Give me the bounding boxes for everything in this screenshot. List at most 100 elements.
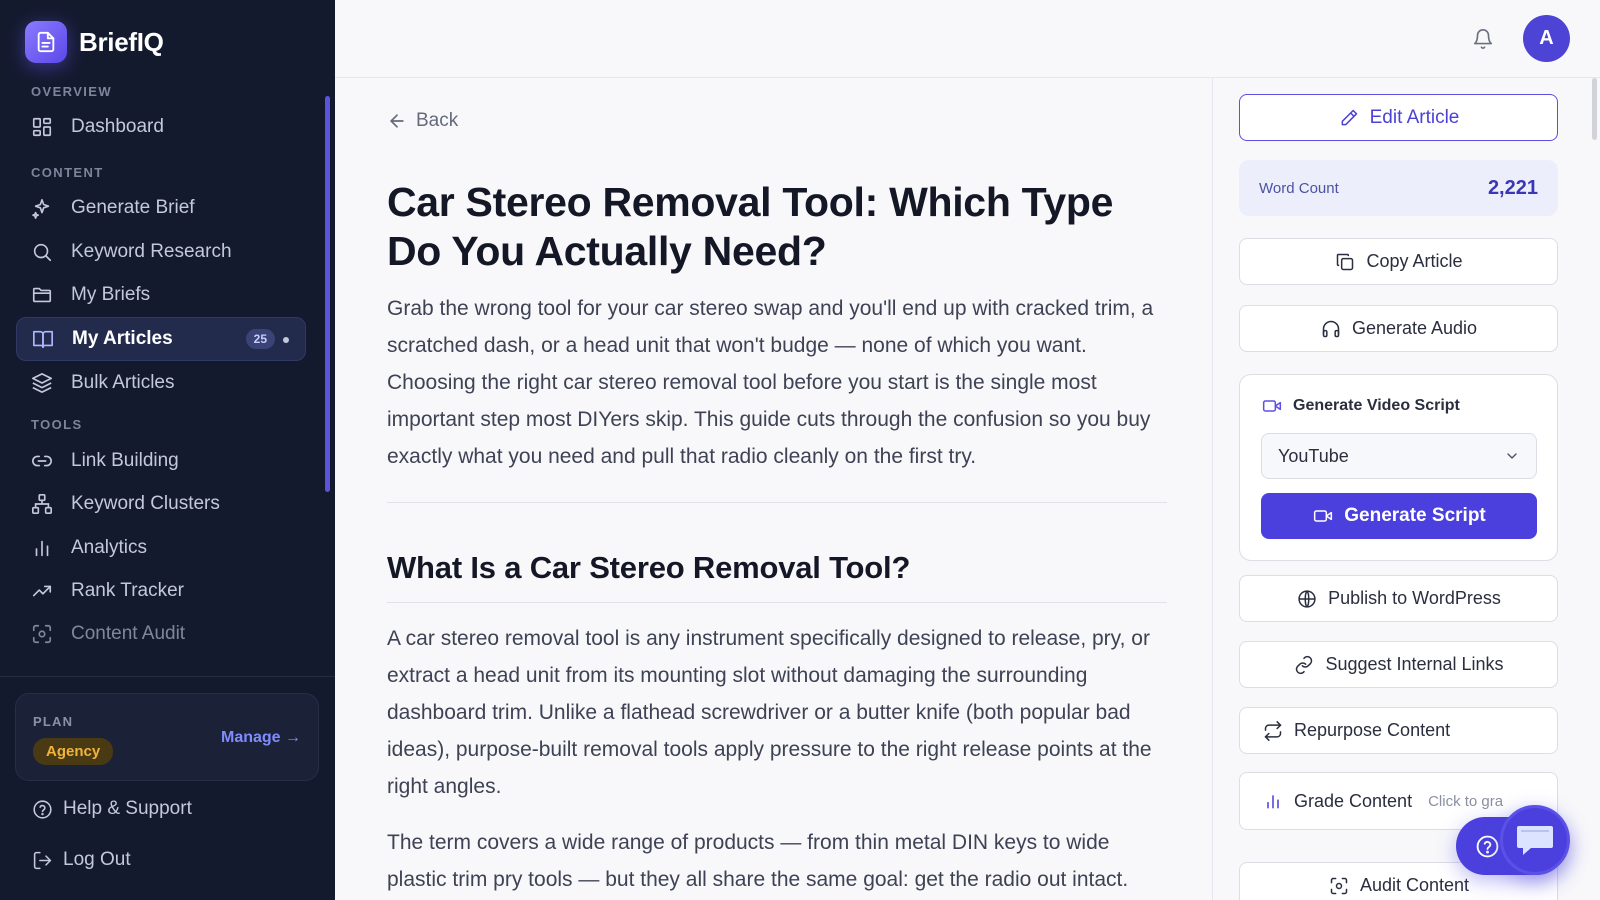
sidebar-item-analytics[interactable]: Analytics — [16, 526, 306, 570]
sidebar-item-generate-brief[interactable]: Generate Brief — [16, 186, 306, 230]
word-count-card: Word Count 2,221 — [1239, 160, 1558, 216]
sidebar-item-label: Keyword Clusters — [71, 493, 220, 514]
plan-tier-badge: Agency — [33, 738, 114, 765]
section-tools: TOOLS — [31, 417, 83, 432]
grade-content-label: Grade Content — [1294, 790, 1413, 811]
scan-icon — [30, 622, 54, 646]
logout-link[interactable]: Log Out — [31, 849, 131, 871]
sidebar-item-my-briefs[interactable]: My Briefs — [16, 273, 306, 317]
cluster-icon — [30, 492, 54, 516]
publish-wordpress-label: Publish to WordPress — [1328, 588, 1501, 608]
sidebar-item-rank-tracker[interactable]: Rank Tracker — [16, 569, 306, 613]
help-circle-icon[interactable] — [1475, 834, 1500, 859]
sidebar-item-my-articles[interactable]: My Articles 25 — [16, 317, 306, 361]
active-dot — [283, 337, 289, 343]
generate-script-button[interactable]: Generate Script — [1261, 493, 1537, 539]
scan-icon — [1328, 875, 1350, 897]
sidebar-item-bulk-articles[interactable]: Bulk Articles — [16, 361, 306, 405]
book-open-icon — [31, 327, 55, 351]
suggest-links-label: Suggest Internal Links — [1325, 654, 1504, 674]
sidebar-item-label: Content Audit — [71, 623, 186, 644]
video-script-title: Generate Video Script — [1293, 397, 1460, 414]
headphones-icon — [1320, 318, 1342, 340]
copy-article-label: Copy Article — [1366, 251, 1463, 271]
generate-audio-button[interactable]: Generate Audio — [1239, 305, 1558, 352]
logo-icon — [25, 21, 67, 63]
sidebar-item-dashboard[interactable]: Dashboard — [16, 105, 306, 149]
copy-article-button[interactable]: Copy Article — [1239, 238, 1558, 285]
search-icon — [30, 240, 54, 264]
back-button[interactable]: Back — [387, 110, 458, 132]
sidebar-item-label: My Articles — [72, 328, 173, 349]
sidebar-item-label: Bulk Articles — [71, 372, 175, 393]
dashboard-icon — [30, 115, 54, 139]
pencil-icon — [1338, 107, 1360, 129]
globe-icon — [1296, 588, 1318, 610]
plan-label: PLAN — [33, 714, 74, 729]
video-icon — [1312, 505, 1334, 527]
section-heading: What Is a Car Stereo Removal Tool? — [387, 550, 911, 585]
chat-bubble-icon — [1515, 822, 1555, 858]
article-actions-panel: Edit Article Word Count 2,221 Copy Artic… — [1212, 78, 1600, 900]
help-support-label: Help & Support — [63, 798, 192, 819]
platform-select-value: YouTube — [1278, 445, 1349, 466]
platform-select[interactable]: YouTube — [1261, 433, 1537, 479]
link-icon — [30, 449, 54, 473]
brand[interactable]: BriefIQ — [25, 21, 164, 63]
panel-scrollbar[interactable] — [1592, 78, 1597, 140]
arrow-left-icon — [387, 111, 407, 131]
sidebar-item-content-audit[interactable]: Content Audit — [16, 612, 306, 656]
repurpose-content-button[interactable]: Repurpose Content — [1239, 707, 1558, 754]
sidebar: BriefIQ OVERVIEW Dashboard CONTENT Gener… — [0, 0, 335, 900]
layers-icon — [30, 371, 54, 395]
article-view: Back Car Stereo Removal Tool: Which Type… — [335, 78, 1212, 900]
repurpose-content-label: Repurpose Content — [1294, 720, 1451, 740]
copy-icon — [1334, 251, 1356, 273]
suggest-links-button[interactable]: Suggest Internal Links — [1239, 641, 1558, 688]
article-paragraph: A car stereo removal tool is any instrum… — [387, 627, 1152, 798]
article-count-badge: 25 — [245, 329, 275, 349]
sidebar-item-label: Generate Brief — [71, 197, 195, 218]
avatar[interactable]: A — [1523, 15, 1570, 62]
video-script-heading: Generate Video Script — [1261, 395, 1460, 417]
sidebar-item-label: Rank Tracker — [71, 580, 184, 601]
help-support-link[interactable]: Help & Support — [31, 798, 192, 820]
sidebar-item-keyword-clusters[interactable]: Keyword Clusters — [16, 482, 306, 526]
trending-up-icon — [30, 579, 54, 603]
repeat-icon — [1262, 720, 1284, 742]
audit-content-label: Audit Content — [1359, 875, 1470, 895]
sidebar-item-link-building[interactable]: Link Building — [16, 439, 306, 483]
sidebar-item-label: My Briefs — [71, 284, 151, 305]
bar-chart-icon — [1262, 790, 1284, 812]
edit-article-button[interactable]: Edit Article — [1239, 94, 1558, 141]
publish-wordpress-button[interactable]: Publish to WordPress — [1239, 575, 1558, 622]
section-overview: OVERVIEW — [31, 84, 113, 99]
manage-plan-link[interactable]: Manage → — [221, 729, 301, 747]
article-title: Car Stereo Removal Tool: Which Type Do Y… — [387, 179, 1114, 274]
logout-label: Log Out — [63, 849, 131, 870]
back-label: Back — [416, 110, 459, 131]
word-count-label: Word Count — [1259, 179, 1339, 197]
article-intro: Grab the wrong tool for your car stereo … — [387, 297, 1154, 468]
generate-script-label: Generate Script — [1344, 505, 1486, 526]
sidebar-item-keyword-research[interactable]: Keyword Research — [16, 230, 306, 274]
sparkle-icon — [30, 196, 54, 220]
sidebar-item-label: Dashboard — [71, 116, 164, 137]
sidebar-item-label: Link Building — [71, 450, 179, 471]
top-bar — [335, 0, 1600, 78]
bar-chart-icon — [30, 536, 54, 560]
divider — [387, 502, 1167, 503]
edit-article-label: Edit Article — [1369, 106, 1460, 128]
plan-card: PLAN Agency Manage → — [15, 693, 319, 781]
video-script-card: Generate Video Script YouTube Generate S… — [1239, 374, 1558, 561]
link-icon — [1293, 654, 1315, 676]
help-circle-icon — [31, 798, 53, 820]
log-out-icon — [31, 849, 53, 871]
article-paragraph: The term covers a wide range of products… — [387, 831, 1129, 891]
video-icon — [1261, 395, 1283, 417]
chat-button[interactable] — [1500, 805, 1570, 875]
sidebar-scrollbar[interactable] — [325, 96, 330, 492]
sidebar-divider — [0, 676, 335, 677]
sidebar-item-label: Keyword Research — [71, 241, 232, 262]
bell-icon[interactable] — [1472, 28, 1496, 52]
